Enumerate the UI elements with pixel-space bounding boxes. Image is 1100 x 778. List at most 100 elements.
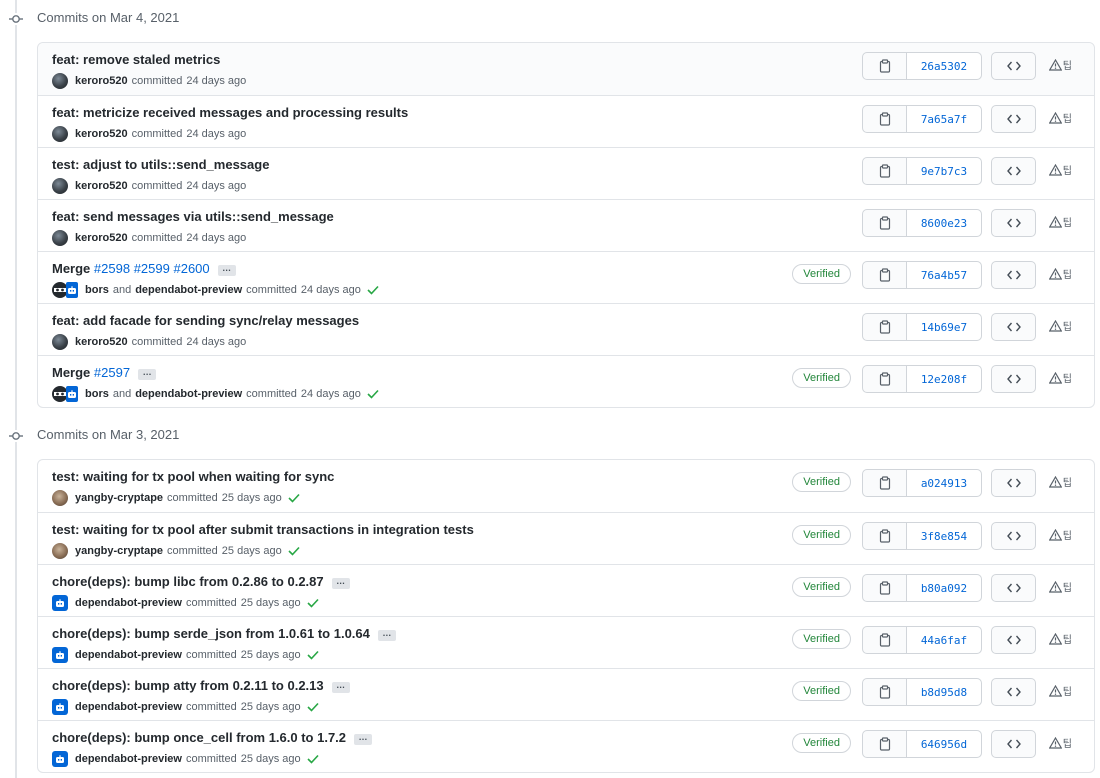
expand-message-button[interactable]: … (331, 577, 350, 589)
browse-repo-button[interactable] (991, 209, 1036, 237)
author-link[interactable]: keroro520 (75, 75, 128, 87)
commit-sha-link[interactable]: b8d95d8 (907, 679, 981, 705)
commit-time[interactable]: 24 days ago (301, 284, 361, 296)
commit-sha-link[interactable]: 646956d (907, 731, 981, 757)
alert-button[interactable]: 팁 (1048, 162, 1072, 177)
expand-message-button[interactable]: … (331, 681, 350, 693)
copy-sha-button[interactable] (863, 627, 907, 653)
browse-repo-button[interactable] (991, 52, 1036, 80)
verified-badge[interactable]: Verified (792, 577, 851, 597)
commit-sha-link[interactable]: b80a092 (907, 575, 981, 601)
verified-badge[interactable]: Verified (792, 525, 851, 545)
commit-message[interactable]: test: adjust to utils::send_message (52, 157, 269, 172)
author-link[interactable]: keroro520 (75, 180, 128, 192)
commit-message-text[interactable]: feat: metricize received messages and pr… (52, 105, 408, 120)
check-icon[interactable] (307, 598, 319, 608)
commit-message-text[interactable]: test: waiting for tx pool after submit t… (52, 522, 474, 537)
author-avatar[interactable] (52, 543, 68, 559)
browse-repo-button[interactable] (991, 574, 1036, 602)
copy-sha-button[interactable] (863, 679, 907, 705)
commit-sha-link[interactable]: 76a4b57 (907, 262, 981, 288)
author-link[interactable]: bors (85, 388, 109, 400)
author-avatar[interactable] (52, 178, 68, 194)
copy-sha-button[interactable] (863, 470, 907, 496)
commit-message-text[interactable]: feat: add facade for sending sync/relay … (52, 313, 359, 328)
coauthor-link[interactable]: dependabot-preview (135, 284, 242, 296)
copy-sha-button[interactable] (863, 53, 907, 79)
check-icon[interactable] (307, 650, 319, 660)
commit-time[interactable]: 25 days ago (241, 701, 301, 713)
dependabot-avatar[interactable] (52, 751, 68, 767)
commit-time[interactable]: 24 days ago (186, 75, 246, 87)
author-avatar[interactable] (52, 230, 68, 246)
copy-sha-button[interactable] (863, 314, 907, 340)
alert-button[interactable]: 팁 (1048, 631, 1072, 646)
expand-message-button[interactable]: … (354, 733, 373, 745)
commit-time[interactable]: 25 days ago (241, 597, 301, 609)
alert-button[interactable]: 팁 (1048, 735, 1072, 750)
browse-repo-button[interactable] (991, 261, 1036, 289)
alert-button[interactable]: 팁 (1048, 214, 1072, 229)
check-icon[interactable] (367, 389, 379, 399)
commit-message[interactable]: chore(deps): bump libc from 0.2.86 to 0.… (52, 574, 350, 589)
dependabot-avatar[interactable] (66, 282, 78, 298)
commit-message-text[interactable]: feat: remove staled metrics (52, 52, 220, 67)
alert-button[interactable]: 팁 (1048, 318, 1072, 333)
commit-message[interactable]: chore(deps): bump serde_json from 1.0.61… (52, 626, 396, 641)
commit-sha-link[interactable]: 9e7b7c3 (907, 158, 981, 184)
verified-badge[interactable]: Verified (792, 472, 851, 492)
commit-message-text[interactable]: feat: send messages via utils::send_mess… (52, 209, 334, 224)
author-link[interactable]: keroro520 (75, 336, 128, 348)
browse-repo-button[interactable] (991, 678, 1036, 706)
browse-repo-button[interactable] (991, 469, 1036, 497)
author-link[interactable]: yangby-cryptape (75, 545, 163, 557)
author-link[interactable]: bors (85, 284, 109, 296)
copy-sha-button[interactable] (863, 158, 907, 184)
copy-sha-button[interactable] (863, 575, 907, 601)
commit-message-text[interactable]: Merge (52, 365, 90, 380)
author-avatar[interactable] (52, 73, 68, 89)
pr-link[interactable]: #2598 (94, 261, 130, 276)
commit-sha-link[interactable]: 3f8e854 (907, 523, 981, 549)
author-avatar[interactable] (52, 490, 68, 506)
dependabot-avatar[interactable] (66, 386, 78, 402)
author-avatar[interactable] (52, 334, 68, 350)
browse-repo-button[interactable] (991, 730, 1036, 758)
commit-message[interactable]: chore(deps): bump atty from 0.2.11 to 0.… (52, 678, 350, 693)
expand-message-button[interactable]: … (377, 629, 396, 641)
commit-time[interactable]: 25 days ago (222, 545, 282, 557)
check-icon[interactable] (288, 493, 300, 503)
copy-sha-button[interactable] (863, 262, 907, 288)
expand-message-button[interactable]: … (217, 264, 236, 276)
commit-message-text[interactable]: chore(deps): bump atty from 0.2.11 to 0.… (52, 678, 324, 693)
copy-sha-button[interactable] (863, 523, 907, 549)
alert-button[interactable]: 팁 (1048, 266, 1072, 281)
dependabot-avatar[interactable] (52, 595, 68, 611)
check-icon[interactable] (288, 546, 300, 556)
alert-button[interactable]: 팁 (1048, 57, 1072, 72)
alert-button[interactable]: 팁 (1048, 110, 1072, 125)
commit-message[interactable]: feat: remove staled metrics (52, 52, 220, 67)
author-link[interactable]: dependabot-preview (75, 649, 182, 661)
copy-sha-button[interactable] (863, 366, 907, 392)
commit-sha-link[interactable]: 8600e23 (907, 210, 981, 236)
commit-message-text[interactable]: Merge (52, 261, 90, 276)
browse-repo-button[interactable] (991, 313, 1036, 341)
pr-link[interactable]: #2599 (134, 261, 170, 276)
dependabot-avatar[interactable] (52, 647, 68, 663)
author-link[interactable]: dependabot-preview (75, 597, 182, 609)
commit-time[interactable]: 24 days ago (186, 336, 246, 348)
commit-message[interactable]: Merge #2598 #2599 #2600… (52, 261, 236, 276)
author-link[interactable]: dependabot-preview (75, 753, 182, 765)
browse-repo-button[interactable] (991, 626, 1036, 654)
copy-sha-button[interactable] (863, 731, 907, 757)
verified-badge[interactable]: Verified (792, 681, 851, 701)
commit-message[interactable]: feat: add facade for sending sync/relay … (52, 313, 359, 328)
commit-sha-link[interactable]: a024913 (907, 470, 981, 496)
commit-sha-link[interactable]: 44a6faf (907, 627, 981, 653)
alert-button[interactable]: 팁 (1048, 370, 1072, 385)
browse-repo-button[interactable] (991, 365, 1036, 393)
commit-message-text[interactable]: chore(deps): bump libc from 0.2.86 to 0.… (52, 574, 324, 589)
pr-link[interactable]: #2597 (94, 365, 130, 380)
commit-time[interactable]: 24 days ago (186, 180, 246, 192)
